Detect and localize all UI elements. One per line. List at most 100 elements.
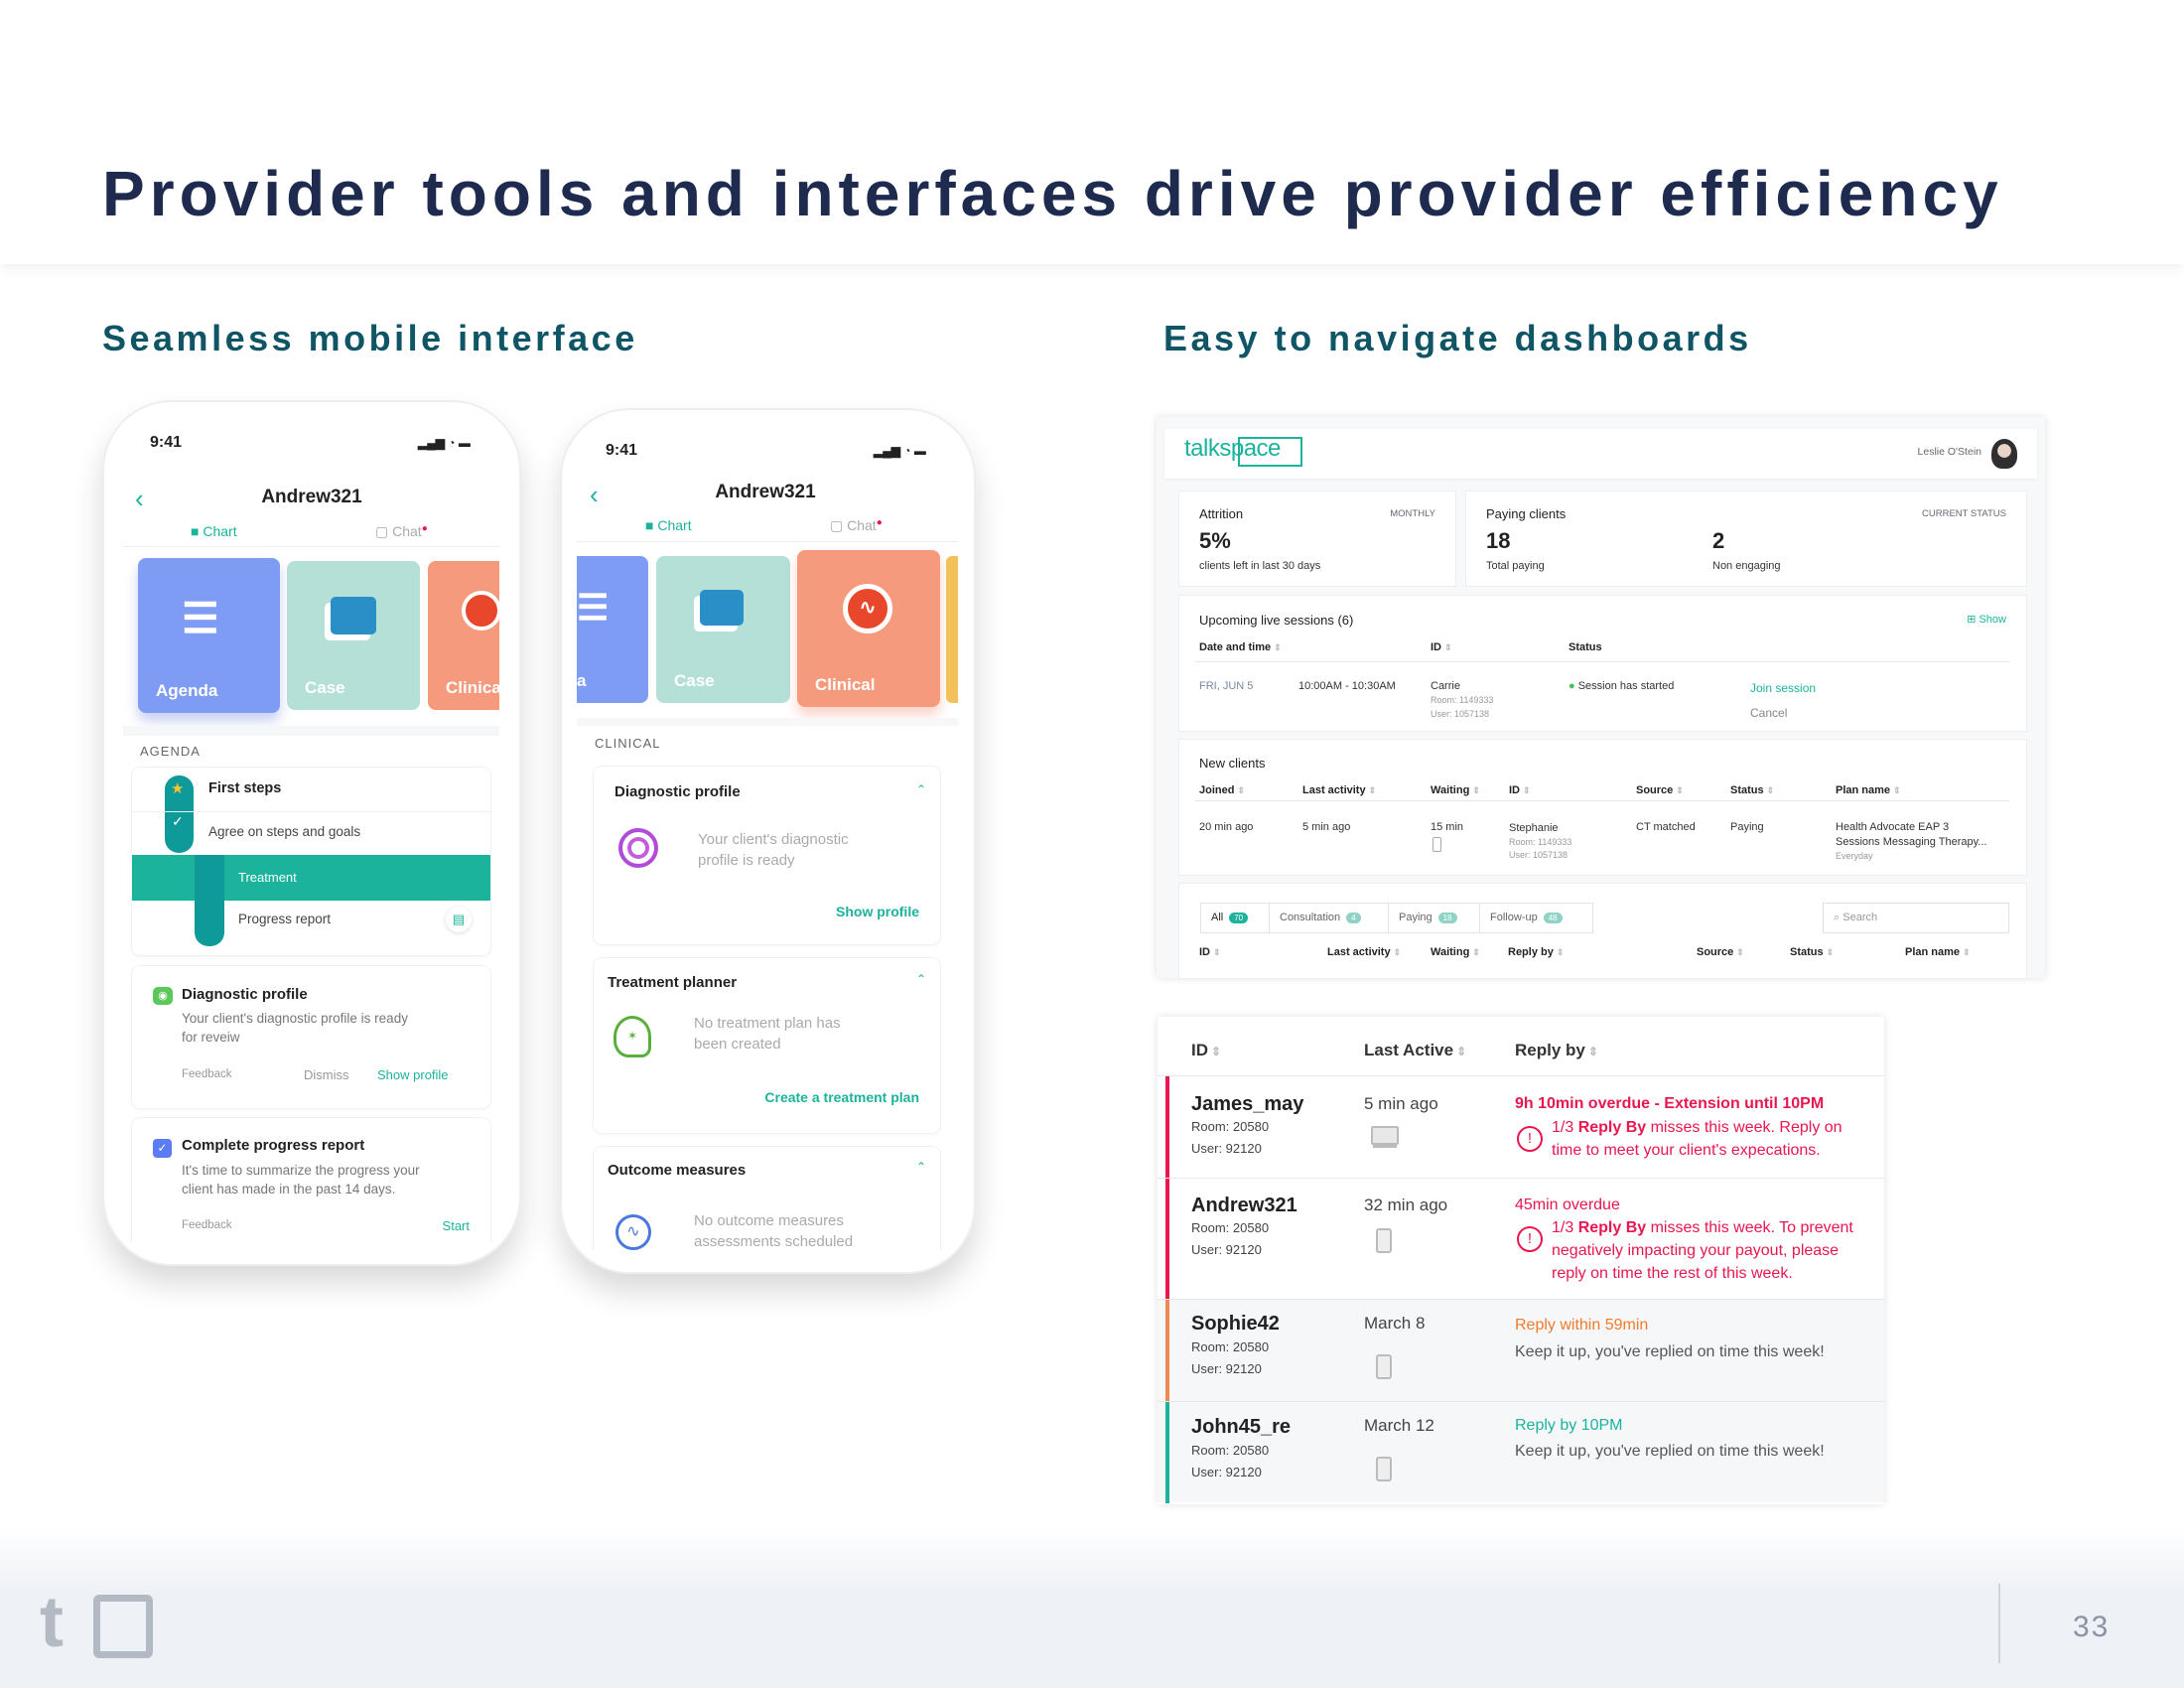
cancel-button[interactable]: Cancel: [1750, 706, 1787, 720]
tile-label: a: [577, 671, 587, 690]
status-bar: [1165, 1076, 1169, 1179]
tab-chat[interactable]: ▢ Chat●: [375, 523, 428, 540]
col-header[interactable]: Waiting ⇕: [1431, 784, 1480, 796]
table-row[interactable]: Sophie42 Room: 20580 User: 92120 March 8…: [1158, 1299, 1884, 1402]
tile-clinical[interactable]: ∿ Clinical: [797, 550, 940, 707]
col-header[interactable]: Status ⇕: [1730, 784, 1774, 796]
user: User: 92120: [1191, 1141, 1262, 1156]
create-plan-button[interactable]: Create a treatment plan: [764, 1089, 919, 1105]
status-time: 9:41: [606, 442, 638, 459]
client-user: User: 1057138: [1509, 850, 1569, 860]
client-id[interactable]: John45_re: [1191, 1416, 1291, 1439]
warning-line: misses this week. To prevent: [1646, 1219, 1853, 1236]
tile-agenda[interactable]: ☰ Agenda: [138, 558, 280, 713]
tab-chart[interactable]: ■ Chart: [645, 517, 692, 533]
back-chevron-icon[interactable]: ‹: [590, 480, 599, 510]
tile-case[interactable]: Case: [287, 561, 420, 710]
agenda-step[interactable]: Treatment: [238, 870, 297, 885]
client-id[interactable]: Andrew321: [1191, 1195, 1297, 1217]
session-client[interactable]: Carrie: [1431, 680, 1460, 692]
tile-clinical[interactable]: Clinical: [428, 561, 499, 710]
checkbox-icon[interactable]: ✓: [153, 1139, 172, 1158]
col-header[interactable]: Joined ⇕: [1199, 784, 1245, 796]
col-header-label: ID: [1431, 641, 1441, 653]
filter-consultation[interactable]: Consultation 4: [1270, 904, 1389, 932]
col-header[interactable]: Last activity ⇕: [1327, 946, 1401, 958]
tile-next[interactable]: [946, 556, 958, 703]
slide-title: Provider tools and interfaces drive prov…: [102, 158, 2003, 229]
col-header[interactable]: Reply by ⇕: [1508, 946, 1564, 958]
join-session-button[interactable]: Join session: [1750, 681, 1816, 695]
card-text: client has made in the past 14 days.: [182, 1182, 396, 1196]
report-icon[interactable]: ▤: [446, 907, 472, 932]
card-text: profile is ready: [698, 852, 795, 869]
col-header[interactable]: Date and time ⇕: [1199, 641, 1282, 653]
session-user: User: 1057138: [1431, 709, 1490, 719]
table-row[interactable]: Andrew321 Room: 20580 User: 92120 32 min…: [1158, 1178, 1884, 1300]
divider: [1195, 800, 2009, 801]
search-input[interactable]: ⌕ Search: [1823, 903, 2009, 933]
card-text: Your client's diagnostic: [698, 831, 849, 848]
client-id[interactable]: James_may: [1191, 1093, 1303, 1116]
col-header[interactable]: Waiting ⇕: [1431, 946, 1480, 958]
col-header[interactable]: ID ⇕: [1509, 784, 1531, 796]
last-active: March 12: [1364, 1416, 1434, 1435]
agenda-step[interactable]: First steps: [208, 780, 281, 796]
tile-agenda[interactable]: ☰ a: [577, 556, 648, 703]
tab-chat-label: Chat: [847, 517, 877, 533]
pulse-icon: ∿: [843, 584, 892, 633]
card-text: been created: [694, 1036, 781, 1053]
reply-status: Reply by 10PM: [1515, 1417, 1623, 1434]
warning-text: 1/3 Reply By misses this week. To preven…: [1552, 1216, 1853, 1239]
chevron-up-icon[interactable]: ⌃: [916, 972, 926, 986]
chevron-up-icon[interactable]: ⌃: [916, 782, 926, 796]
client-name[interactable]: Stephanie: [1509, 822, 1559, 834]
filter-all[interactable]: All 70: [1201, 904, 1270, 932]
agenda-step[interactable]: Progress report: [238, 912, 331, 926]
col-header[interactable]: Last activity ⇕: [1302, 784, 1376, 796]
tab-chart[interactable]: ■ Chart: [191, 523, 237, 539]
tab-chart-label: Chart: [203, 523, 237, 539]
col-header-id[interactable]: ID ⇕: [1191, 1041, 1221, 1060]
tab-chart-label: Chart: [657, 517, 692, 533]
new-clients-card: New clients Joined ⇕ Last activity ⇕ Waiti…: [1179, 740, 2026, 875]
user-name[interactable]: Leslie O'Stein: [1918, 446, 1981, 458]
agenda-step-active[interactable]: [132, 855, 490, 901]
show-profile-button[interactable]: Show profile: [377, 1067, 449, 1082]
agenda-step[interactable]: Agree on steps and goals: [208, 824, 360, 839]
show-button[interactable]: ⊞ Show: [1967, 613, 2006, 626]
col-header-label: ID: [1509, 784, 1520, 796]
feedback-link[interactable]: Feedback: [182, 1068, 232, 1080]
client-id[interactable]: Sophie42: [1191, 1313, 1280, 1336]
filter-follow-up[interactable]: Follow-up 48: [1480, 904, 1592, 932]
feedback-link[interactable]: Feedback: [182, 1219, 232, 1231]
filter-paying[interactable]: Paying 18: [1389, 904, 1480, 932]
tab-chat[interactable]: ▢ Chat●: [830, 517, 883, 534]
status-icons: ▂▄▆ ◔ ▬: [874, 444, 926, 458]
table-row[interactable]: James_may Room: 20580 User: 92120 5 min …: [1158, 1075, 1884, 1179]
user: User: 92120: [1191, 1361, 1262, 1376]
col-header-reply-by[interactable]: Reply by ⇕: [1515, 1041, 1598, 1060]
col-header-last-active[interactable]: Last Active ⇕: [1364, 1041, 1466, 1060]
col-header[interactable]: Plan name ⇕: [1905, 946, 1971, 958]
dismiss-button[interactable]: Dismiss: [304, 1067, 349, 1082]
tile-case[interactable]: Case: [656, 556, 790, 703]
outcome-card: Outcome measures ⌃ ∿ No outcome measures…: [594, 1147, 940, 1250]
col-header[interactable]: Source ⇕: [1697, 946, 1744, 958]
table-row[interactable]: John45_re Room: 20580 User: 92120 March …: [1158, 1401, 1884, 1503]
chevron-up-icon[interactable]: ⌃: [916, 1160, 926, 1174]
col-header[interactable]: ID ⇕: [1431, 641, 1452, 653]
col-header[interactable]: Source ⇕: [1636, 784, 1684, 796]
back-chevron-icon[interactable]: ‹: [135, 484, 144, 514]
filter-count: 18: [1437, 912, 1457, 923]
col-header[interactable]: Plan name ⇕: [1836, 784, 1901, 796]
tile-label: Case: [305, 678, 345, 697]
phone1-content: ☰ Agenda Case Clinical AGENDA ★ ✓ First s…: [123, 547, 499, 1242]
card-text: No outcome measures: [694, 1212, 844, 1229]
col-header[interactable]: Status ⇕: [1790, 946, 1834, 958]
col-header[interactable]: ID ⇕: [1199, 946, 1221, 958]
show-profile-button[interactable]: Show profile: [836, 904, 919, 919]
avatar[interactable]: [1991, 439, 2017, 469]
attrition-period: MONTHLY: [1390, 508, 1435, 519]
start-button[interactable]: Start: [443, 1218, 470, 1233]
